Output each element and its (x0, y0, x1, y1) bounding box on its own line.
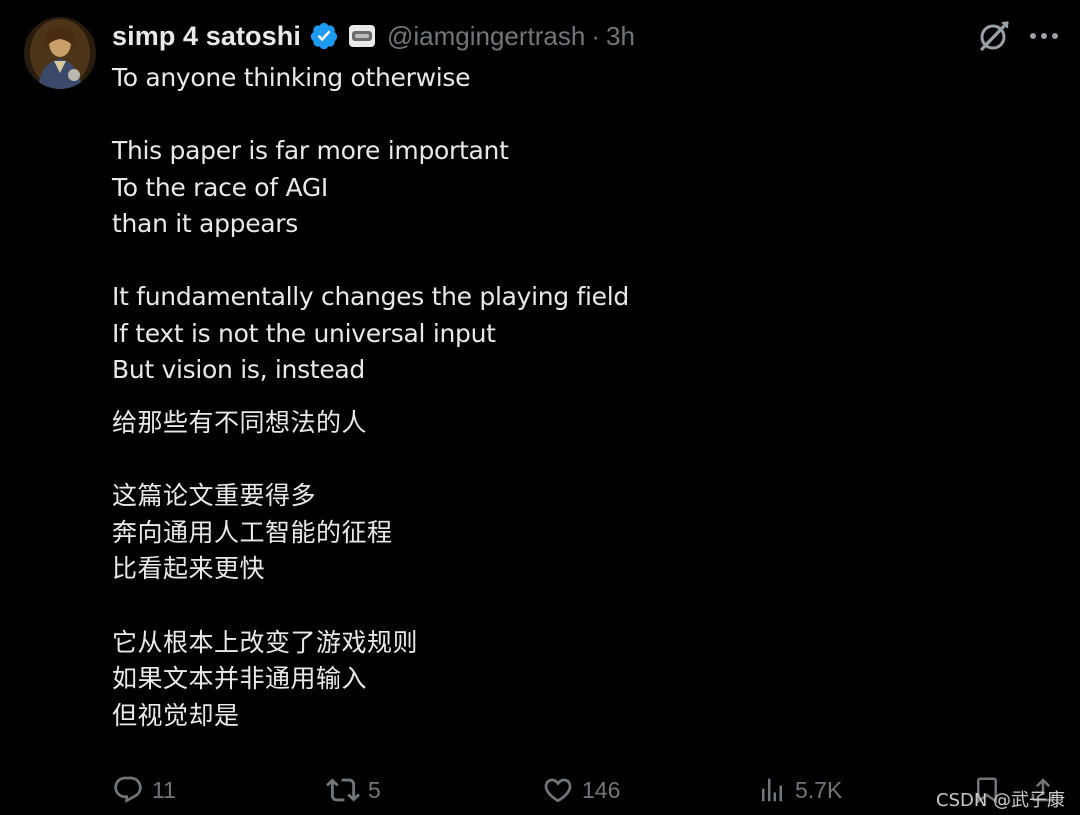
retweet-count: 5 (368, 776, 381, 803)
tweet-header: simp 4 satoshi @iamgingertrash · 3h (112, 14, 635, 58)
more-options-icon[interactable] (1026, 22, 1062, 50)
text-line: To the race of AGI (112, 172, 328, 202)
reply-count: 11 (152, 776, 176, 803)
text-line: To anyone thinking otherwise (112, 63, 471, 92)
display-name[interactable]: simp 4 satoshi (112, 21, 301, 52)
text-line: than it appears (112, 209, 299, 238)
tweet-card: simp 4 satoshi @iamgingertrash · 3h To a… (0, 0, 1080, 815)
text-line: 但视觉却是 (112, 701, 240, 731)
text-line: If text is not the universal input (112, 318, 496, 348)
text-line: But vision is, instead (112, 355, 365, 384)
text-line: 比看起来更快 (112, 554, 266, 584)
user-handle[interactable]: @iamgingertrash (387, 21, 585, 52)
retweet-icon (326, 778, 360, 802)
timestamp[interactable]: 3h (606, 21, 635, 52)
tweet-text: To anyone thinking otherwise This paper … (112, 60, 1012, 735)
verified-badge-icon[interactable] (309, 21, 339, 51)
avatar[interactable] (24, 17, 96, 89)
like-button[interactable]: 146 (542, 770, 620, 810)
text-line: 这篇论文重要得多 (112, 480, 317, 510)
english-text-block: To anyone thinking otherwise This paper … (112, 60, 1012, 389)
watermark: CSDN @武子康 (936, 790, 1066, 811)
action-bar: 11 5 146 5.7K (0, 770, 1080, 814)
analytics-icon (762, 778, 782, 802)
chinese-text-block: 给那些有不同想法的人 这篇论文重要得多 奔向通用人工智能的征程 比看起来更快 它… (112, 405, 1012, 736)
text-line: 给那些有不同想法的人 (112, 407, 368, 437)
like-count: 146 (582, 776, 621, 803)
views-count: 5.7K (795, 776, 843, 803)
views-button[interactable]: 5.7K (757, 770, 842, 810)
affiliate-badge-icon[interactable] (348, 25, 375, 47)
avatar-image (24, 17, 96, 89)
text-line: 如果文本并非通用输入 (112, 664, 368, 694)
reply-icon (114, 776, 142, 803)
text-line: It fundamentally changes the playing fie… (112, 282, 629, 311)
heart-icon (544, 778, 572, 803)
retweet-button[interactable]: 5 (326, 770, 381, 810)
text-line: This paper is far more important (112, 136, 509, 165)
text-line: 奔向通用人工智能的征程 (112, 517, 393, 547)
reply-button[interactable]: 11 (112, 770, 176, 810)
text-line: 它从根本上改变了游戏规则 (112, 627, 419, 657)
separator-dot: · (591, 20, 601, 51)
grok-icon[interactable] (976, 18, 1012, 54)
